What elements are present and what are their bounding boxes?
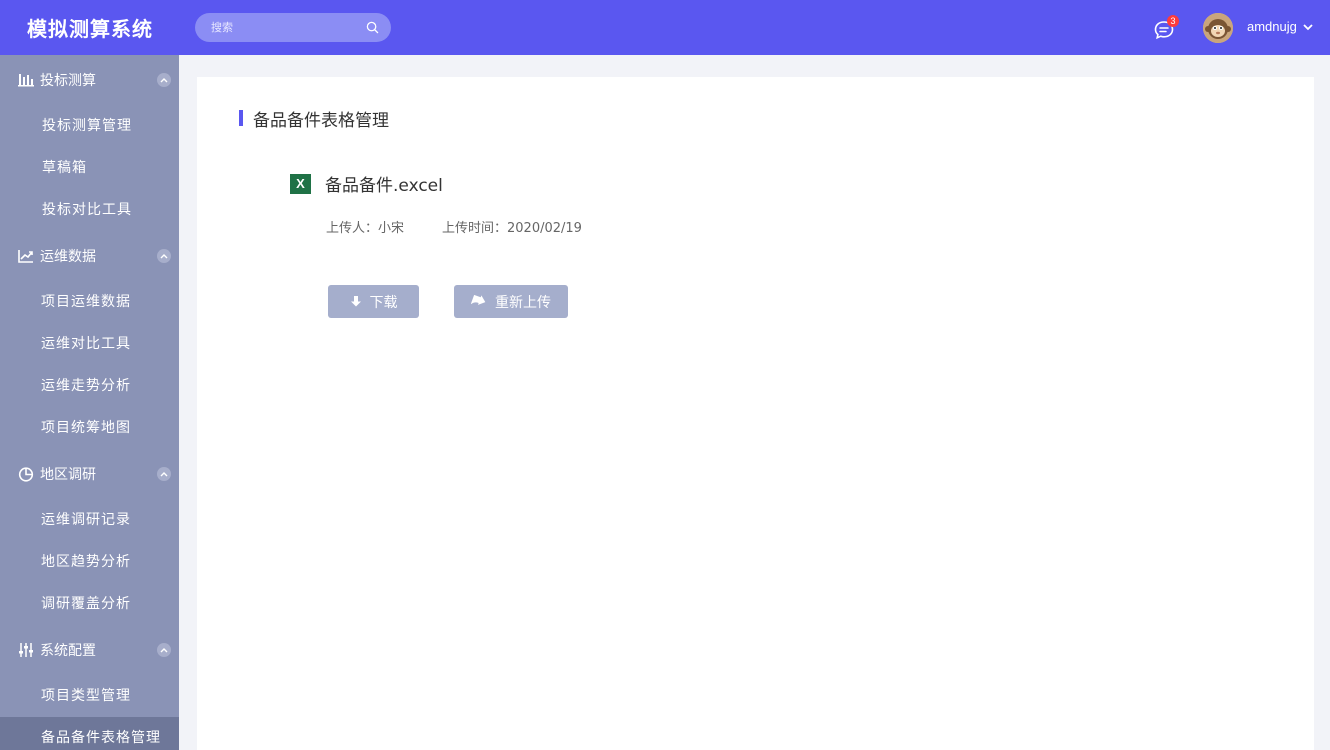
upload-arrow-icon xyxy=(471,294,486,305)
sidebar-item-research-records[interactable]: 运维调研记录 xyxy=(0,499,179,541)
sidebar: 投标测算 投标测算管理 草稿箱 投标对比工具 运维数据 项目运维数据 运维对比工… xyxy=(0,55,179,750)
chevron-up-icon[interactable] xyxy=(157,643,171,657)
chevron-down-icon xyxy=(1303,23,1313,30)
file-meta: 上传人：小宋 上传时间：2020/02/19 xyxy=(326,217,582,236)
page-title: 备品备件表格管理 xyxy=(239,107,389,131)
monkey-avatar-icon xyxy=(1203,13,1233,43)
search-box[interactable] xyxy=(195,13,391,42)
app-title: 模拟测算系统 xyxy=(27,17,153,41)
sidebar-item-ops-trend[interactable]: 运维走势分析 xyxy=(0,365,179,407)
upload-time: 上传时间：2020/02/19 xyxy=(442,221,582,236)
file-name: 备品备件.excel xyxy=(325,176,443,196)
sidebar-item-project-types[interactable]: 项目类型管理 xyxy=(0,675,179,717)
username: amdnujg xyxy=(1247,19,1297,34)
chevron-up-icon[interactable] xyxy=(157,73,171,87)
sidebar-item-bid-calc-manage[interactable]: 投标测算管理 xyxy=(0,105,179,147)
search-icon[interactable] xyxy=(365,21,379,35)
excel-icon: X xyxy=(290,173,311,194)
file-entry: X 备品备件.excel xyxy=(290,171,443,196)
page-title-text: 备品备件表格管理 xyxy=(253,110,389,131)
top-header: 模拟测算系统 3 amdnujg xyxy=(0,0,1330,55)
sidebar-group-region-research[interactable]: 地区调研 xyxy=(0,449,179,499)
chevron-up-icon[interactable] xyxy=(157,249,171,263)
uploader: 上传人：小宋 xyxy=(326,221,405,236)
bar-chart-icon xyxy=(18,72,34,88)
message-count-badge: 3 xyxy=(1167,15,1179,27)
sliders-icon xyxy=(18,642,34,658)
message-button[interactable]: 3 xyxy=(1153,15,1179,41)
sidebar-item-bid-compare[interactable]: 投标对比工具 xyxy=(0,189,179,231)
sidebar-group-label: 投标测算 xyxy=(40,73,96,89)
sidebar-group-label: 地区调研 xyxy=(40,467,96,483)
pie-chart-icon xyxy=(18,466,34,482)
download-button[interactable]: 下载 xyxy=(328,285,419,318)
reupload-button[interactable]: 重新上传 xyxy=(454,285,568,318)
sidebar-item-ops-compare[interactable]: 运维对比工具 xyxy=(0,323,179,365)
download-label: 下载 xyxy=(369,294,398,311)
avatar[interactable] xyxy=(1203,13,1233,43)
download-icon xyxy=(350,296,361,307)
sidebar-group-label: 系统配置 xyxy=(40,643,96,659)
main-panel: 备品备件表格管理 X 备品备件.excel 上传人：小宋 上传时间：2020/0… xyxy=(197,77,1314,750)
sidebar-item-spare-parts[interactable]: 备品备件表格管理 xyxy=(0,717,179,750)
sidebar-group-label: 运维数据 xyxy=(40,249,96,265)
sidebar-group-bid-calc[interactable]: 投标测算 xyxy=(0,55,179,105)
sidebar-group-system-config[interactable]: 系统配置 xyxy=(0,625,179,675)
sidebar-item-project-ops-data[interactable]: 项目运维数据 xyxy=(0,281,179,323)
sidebar-item-drafts[interactable]: 草稿箱 xyxy=(0,147,179,189)
line-chart-icon xyxy=(18,248,34,264)
sidebar-group-ops-data[interactable]: 运维数据 xyxy=(0,231,179,281)
chevron-up-icon[interactable] xyxy=(157,467,171,481)
search-input[interactable] xyxy=(211,21,365,34)
sidebar-item-coverage[interactable]: 调研覆盖分析 xyxy=(0,583,179,625)
sidebar-item-region-trend[interactable]: 地区趋势分析 xyxy=(0,541,179,583)
title-accent-bar xyxy=(239,110,243,126)
reupload-label: 重新上传 xyxy=(495,294,551,311)
user-menu[interactable]: amdnujg xyxy=(1247,19,1313,34)
sidebar-item-project-map[interactable]: 项目统筹地图 xyxy=(0,407,179,449)
